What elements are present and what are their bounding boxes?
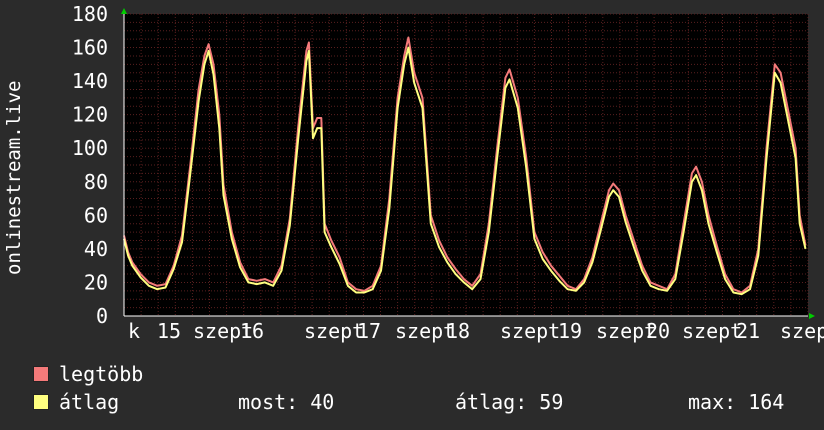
stat-max: max: 164 — [688, 390, 785, 414]
y-tick-label: 20 — [84, 270, 108, 294]
x-tick-label: 19 — [558, 319, 582, 343]
x-tick-label: 20 — [646, 319, 670, 343]
x-tick-label: szept — [500, 319, 560, 343]
legend: legtöbb átlag most: 40 átlag: 59 max: 16… — [0, 360, 824, 430]
legend-label-atlag: átlag — [59, 390, 120, 414]
y-tick-label: 140 — [72, 69, 108, 93]
x-tick-label: 18 — [446, 319, 470, 343]
legend-label-legtobb: legtöbb — [59, 362, 144, 386]
x-axis-ticks: k 15 szept16 szept17 szept18 szept19 szept20 sz… — [128, 319, 824, 343]
x-tick-label: 15 — [157, 319, 181, 343]
legend-swatch-atlag — [33, 394, 49, 410]
y-axis-arrow — [121, 8, 127, 14]
y-tick-label: 160 — [72, 36, 108, 60]
y-tick-label: 40 — [84, 237, 108, 261]
legend-swatch-legtobb — [33, 366, 49, 382]
x-tick-label: k — [128, 319, 140, 343]
y-tick-label: 120 — [72, 103, 108, 127]
y-tick-label: 60 — [84, 203, 108, 227]
x-tick-label: 21 — [736, 319, 760, 343]
y-axis-ticks: 0 20 40 60 80 100 120 140 160 180 — [72, 2, 108, 328]
x-tick-label: szept — [780, 319, 824, 343]
x-tick-label: szept — [682, 319, 742, 343]
x-tick-label: 17 — [357, 319, 381, 343]
chart: 0 20 40 60 80 100 120 140 160 180 k 15 szept 16 szept… — [3, 2, 824, 343]
x-tick-label: szept — [304, 319, 364, 343]
stat-most: most: 40 — [238, 390, 335, 414]
y-tick-label: 80 — [84, 170, 108, 194]
x-tick-label: 16 — [240, 319, 264, 343]
y-axis-label: onlinestream.live — [3, 81, 25, 275]
stat-atlag: átlag: 59 — [455, 390, 564, 414]
y-tick-label: 0 — [96, 304, 108, 328]
y-tick-label: 180 — [72, 2, 108, 26]
y-tick-label: 100 — [72, 136, 108, 160]
